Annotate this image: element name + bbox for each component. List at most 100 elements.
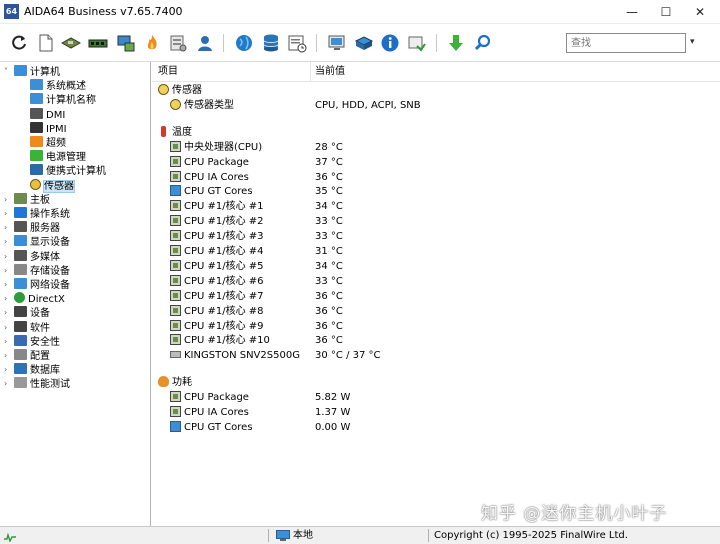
table-row[interactable]: CPU #1/核心 #7 36 °C (152, 289, 720, 304)
tree-item[interactable]: 电源管理 (20, 150, 86, 164)
info-icon[interactable] (380, 33, 400, 53)
list-group-header[interactable]: 传感器 (152, 83, 720, 98)
motherboard-icon[interactable] (60, 33, 82, 53)
expand-open-icon[interactable]: ˅ (4, 65, 14, 79)
tree-item[interactable]: 超频 (20, 136, 66, 150)
expand-closed-icon[interactable]: › (4, 306, 14, 320)
table-row[interactable]: CPU #1/核心 #9 36 °C (152, 319, 720, 334)
table-row[interactable]: CPU #1/核心 #5 34 °C (152, 259, 720, 274)
expand-closed-icon[interactable]: › (4, 221, 14, 235)
status-divider (268, 529, 269, 542)
tree-item[interactable]: › 主板 (4, 192, 50, 207)
expand-closed-icon[interactable]: › (4, 377, 14, 391)
tree-item[interactable]: 系统概述 (20, 79, 86, 93)
table-row[interactable]: CPU Package 37 °C (152, 155, 720, 170)
close-button[interactable]: ✕ (684, 0, 716, 24)
table-row[interactable]: CPU #1/核心 #10 36 °C (152, 333, 720, 348)
table-row[interactable]: CPU #1/核心 #2 33 °C (152, 214, 720, 229)
list-group-header[interactable]: 功耗 (152, 375, 720, 390)
tree-item[interactable]: 计算机名称 (20, 93, 96, 107)
search-dropdown-icon[interactable]: ▾ (690, 37, 700, 47)
table-row[interactable]: CPU IA Cores 36 °C (152, 170, 720, 185)
expand-closed-icon[interactable]: › (4, 193, 14, 207)
download-icon[interactable] (446, 33, 466, 53)
window-title: AIDA64 Business v7.65.7400 (24, 5, 183, 18)
tree-item[interactable]: › 软件 (4, 320, 50, 335)
list-group-header[interactable]: 温度 (152, 125, 720, 140)
tree-item[interactable]: › 服务器 (4, 221, 60, 235)
expand-closed-icon[interactable]: › (4, 363, 14, 377)
tree-item-label: IPMI (46, 123, 67, 135)
table-row[interactable]: CPU IA Cores 1.37 W (152, 405, 720, 420)
tree-item-label: 主板 (30, 194, 50, 206)
network-icon (14, 278, 27, 289)
refresh-icon[interactable] (9, 33, 29, 53)
tree-item[interactable]: 便携式计算机 (20, 164, 106, 178)
network-audit-icon[interactable] (354, 33, 374, 53)
config-icon (14, 349, 27, 360)
report-icon[interactable] (36, 33, 56, 53)
table-row[interactable]: CPU Package 5.82 W (152, 390, 720, 405)
column-header-item[interactable]: 项目 (158, 62, 178, 82)
tree-item[interactable]: › 性能测试 (4, 377, 70, 391)
tree-item[interactable]: › 显示设备 (4, 235, 70, 249)
tree-item[interactable]: › 多媒体 (4, 249, 60, 264)
tree-item[interactable]: › 安全性 (4, 334, 60, 349)
user-icon[interactable] (195, 33, 215, 53)
tree-item[interactable]: › 网络设备 (4, 278, 70, 292)
expand-closed-icon[interactable]: › (4, 264, 14, 278)
search-icon[interactable] (473, 33, 493, 53)
expand-closed-icon[interactable]: › (4, 335, 14, 349)
cpuid-icon[interactable] (407, 33, 427, 53)
search-input[interactable] (566, 33, 686, 53)
schedule-icon[interactable] (287, 33, 307, 53)
expand-closed-icon[interactable]: › (4, 207, 14, 221)
tree-item[interactable]: › DirectX (4, 292, 65, 306)
globe-icon[interactable] (234, 33, 254, 53)
tree-item[interactable]: 传感器 (20, 178, 75, 193)
row-key-text: CPU Package (184, 156, 249, 168)
table-row[interactable]: CPU GT Cores 0.00 W (152, 420, 720, 435)
table-row[interactable]: CPU #1/核心 #6 33 °C (152, 274, 720, 289)
table-row[interactable]: KINGSTON SNV2S500G 30 °C / 37 °C (152, 348, 720, 363)
database-icon[interactable] (261, 33, 281, 53)
flame-icon[interactable] (142, 33, 162, 53)
expand-closed-icon[interactable]: › (4, 321, 14, 335)
expand-closed-icon[interactable]: › (4, 278, 14, 292)
tree-item[interactable]: › 数据库 (4, 363, 60, 377)
table-row[interactable]: 中央处理器(CPU) 28 °C (152, 140, 720, 155)
column-divider[interactable] (310, 62, 311, 82)
table-row[interactable]: CPU #1/核心 #3 33 °C (152, 229, 720, 244)
tree-item[interactable]: › 操作系统 (4, 207, 70, 221)
table-row[interactable]: CPU #1/核心 #4 31 °C (152, 244, 720, 259)
chip-icon (170, 200, 181, 212)
chip-icon (170, 170, 181, 182)
computer-icon (14, 65, 27, 76)
expand-closed-icon[interactable]: › (4, 349, 14, 363)
expand-closed-icon[interactable]: › (4, 235, 14, 249)
tree-item[interactable]: IPMI (20, 121, 67, 136)
row-value: 31 °C (315, 246, 343, 257)
tree-item[interactable]: › 存储设备 (4, 263, 70, 278)
tree-item[interactable]: › 设备 (4, 306, 50, 320)
row-key: CPU #1/核心 #1 (170, 199, 264, 214)
maximize-button[interactable]: ☐ (650, 0, 682, 24)
memory-icon[interactable] (88, 33, 108, 53)
tree-item[interactable]: › 配置 (4, 349, 50, 363)
tree-item[interactable]: DMI (20, 107, 65, 122)
table-row[interactable]: 传感器类型 CPU, HDD, ACPI, SNB (152, 98, 720, 113)
row-value: 0.00 W (315, 421, 351, 433)
benchmark-icon[interactable] (168, 33, 188, 53)
table-row[interactable]: CPU GT Cores 35 °C (152, 184, 720, 199)
tree-item[interactable]: ˅ 计算机 (4, 65, 60, 79)
table-row[interactable]: CPU #1/核心 #8 36 °C (152, 304, 720, 319)
row-value: 35 °C (315, 186, 343, 198)
monitor-diagnostics-icon[interactable] (327, 33, 347, 53)
expand-closed-icon[interactable]: › (4, 292, 14, 306)
network-icon[interactable] (116, 33, 136, 53)
minimize-button[interactable]: — (616, 0, 648, 24)
column-header-value[interactable]: 当前值 (315, 62, 345, 82)
row-value: 5.82 W (315, 392, 351, 404)
expand-closed-icon[interactable]: › (4, 250, 14, 264)
table-row[interactable]: CPU #1/核心 #1 34 °C (152, 199, 720, 214)
